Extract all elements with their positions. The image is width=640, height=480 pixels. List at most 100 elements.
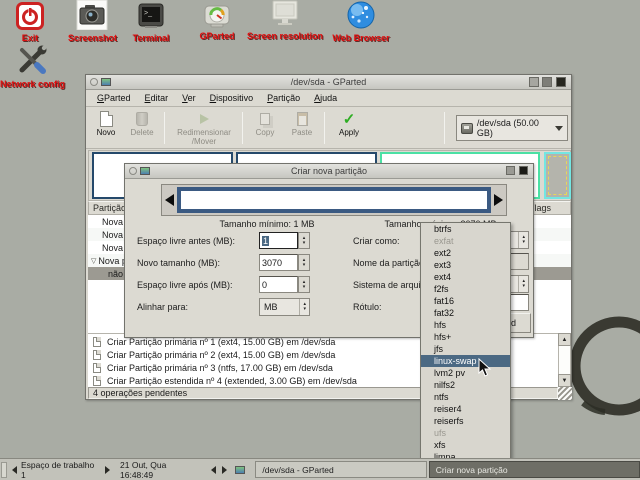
resize-label-line2: /Mover: [191, 137, 217, 146]
menu-editar[interactable]: Editar: [138, 91, 176, 105]
maximize-button[interactable]: [542, 77, 552, 87]
fs-option-linux-swap[interactable]: linux-swap: [421, 355, 510, 367]
align-to-label: Alinhar para:: [137, 302, 189, 312]
free-space-after-value: 0: [262, 279, 268, 290]
fs-option-fat16[interactable]: fat16: [421, 295, 510, 307]
spin-down-icon: ▾: [302, 261, 306, 268]
minimize-button[interactable]: [529, 77, 539, 87]
fs-option-lvm2-pv[interactable]: lvm2 pv: [421, 367, 510, 379]
dialog-titlebar[interactable]: Criar nova partição: [125, 164, 533, 179]
workspace-next-icon[interactable]: [105, 465, 111, 474]
tools-icon: [19, 45, 47, 74]
desktop-icon-screenshot[interactable]: Screenshot: [68, 0, 117, 43]
fs-option-jfs[interactable]: jfs: [421, 343, 510, 355]
new-size-spinner[interactable]: ▴ ▾: [298, 254, 310, 271]
menu-ajuda[interactable]: Ajuda: [307, 91, 344, 105]
device-selector-value: /dev/sda (50.00 GB): [476, 118, 539, 138]
fs-option-f2fs[interactable]: f2fs: [421, 283, 510, 295]
resize-move-button[interactable]: Redimensionar /Mover: [170, 110, 238, 146]
fs-option-hfs[interactable]: hfs: [421, 319, 510, 331]
resize-grip[interactable]: [558, 387, 572, 400]
partition-name-label: Nome da partição:: [353, 258, 427, 268]
fs-option-ext3[interactable]: ext3: [421, 259, 510, 271]
combo-down-icon: ▾: [522, 283, 525, 289]
gparted-titlebar[interactable]: /dev/sda - GParted: [86, 75, 571, 90]
free-space-before-spinner[interactable]: ▴ ▾: [298, 232, 310, 249]
toolbar-separator: [164, 112, 165, 144]
resize-right-handle-icon[interactable]: [494, 194, 503, 206]
menu-dispositivo[interactable]: Dispositivo: [203, 91, 261, 105]
close-button[interactable]: [556, 77, 566, 87]
close-button[interactable]: [519, 166, 528, 175]
menu-ver[interactable]: Ver: [175, 91, 203, 105]
fs-option-ext4[interactable]: ext4: [421, 271, 510, 283]
operation-text: Criar Partição primária nº 3 (ntfs, 17.0…: [107, 362, 333, 373]
delete-button[interactable]: Delete: [124, 110, 160, 146]
desktop-icon-screen-resolution[interactable]: Screen resolution: [243, 0, 327, 41]
workspace-label[interactable]: Espaço de trabalho 1: [21, 460, 101, 480]
task-button-gparted[interactable]: /dev/sda - GParted: [255, 461, 427, 478]
expander-icon[interactable]: ▽: [91, 257, 96, 265]
copy-button[interactable]: Copy: [248, 110, 282, 146]
free-space-before-value: 1: [262, 235, 270, 246]
workspace-prev-icon[interactable]: [11, 465, 17, 474]
partition-resize-widget[interactable]: [161, 184, 507, 216]
new-button-label: Novo: [96, 128, 116, 137]
new-button[interactable]: Novo: [90, 110, 122, 146]
menubar: GParted Editar Ver Dispositivo Partição …: [86, 90, 571, 107]
task-button-create-partition[interactable]: Criar nova partição: [428, 461, 640, 478]
copy-button-label: Copy: [255, 128, 275, 137]
fs-option-xfs[interactable]: xfs: [421, 439, 510, 451]
free-space-before-input[interactable]: 1: [259, 232, 298, 249]
new-document-icon: [99, 111, 113, 127]
scroll-down-icon: ▼: [561, 377, 568, 384]
scroll-down-button[interactable]: ▼: [558, 374, 571, 387]
fs-option-btrfs[interactable]: btrfs: [421, 223, 510, 235]
taskbar-handle[interactable]: [1, 461, 7, 478]
fs-option-fat32[interactable]: fat32: [421, 307, 510, 319]
maximize-button[interactable]: [506, 166, 515, 175]
terminal-icon: >_: [138, 3, 164, 28]
label-label: Rótulo:: [353, 302, 382, 312]
apply-button[interactable]: ✓ Apply: [330, 110, 368, 146]
toolbar-separator: [242, 112, 243, 144]
fs-option-nilfs2[interactable]: nilfs2: [421, 379, 510, 391]
toolbar: Novo Delete Redimensionar /Mover Copy Pa…: [86, 107, 571, 149]
desktop-icon-terminal[interactable]: >_ Terminal: [128, 2, 174, 43]
chevron-down-icon: [555, 125, 563, 131]
partition-4-extended-selected[interactable]: [544, 152, 571, 199]
operation-doc-icon: [93, 375, 101, 386]
fs-option-ntfs[interactable]: ntfs: [421, 391, 510, 403]
window-list-icon[interactable]: [235, 465, 246, 474]
fs-option-reiser4[interactable]: reiser4: [421, 403, 510, 415]
free-space-before-label: Espaço livre antes (MB):: [137, 236, 236, 246]
tasklist-next-icon[interactable]: [222, 465, 228, 474]
resize-arrow-icon: [199, 114, 209, 124]
resize-left-handle-icon[interactable]: [165, 194, 174, 206]
desktop-icon-exit[interactable]: Exit: [8, 2, 52, 43]
device-selector[interactable]: /dev/sda (50.00 GB): [456, 115, 568, 141]
desktop-icon-network-config[interactable]: Network config: [0, 44, 65, 89]
combo-arrows-icon: ▴ ▾: [299, 299, 309, 315]
menu-gparted[interactable]: GParted: [90, 91, 138, 105]
fs-option-hfs-plus[interactable]: hfs+: [421, 331, 510, 343]
column-header-label: Partição: [93, 203, 127, 213]
tasklist-prev-icon[interactable]: [211, 465, 217, 474]
desktop-icon-gparted[interactable]: GParted: [192, 4, 242, 41]
new-size-input[interactable]: 3070: [259, 254, 298, 271]
combo-arrows-icon: ▴ ▾: [518, 276, 528, 292]
free-space-after-input[interactable]: 0: [259, 276, 298, 293]
align-to-combo[interactable]: MB ▴ ▾: [259, 298, 310, 316]
drive-icon: [461, 122, 473, 134]
scroll-up-button[interactable]: ▲: [558, 333, 571, 346]
menu-particao[interactable]: Partição: [260, 91, 307, 105]
fs-option-reiserfs[interactable]: reiserfs: [421, 415, 510, 427]
desktop-icon-web-browser[interactable]: Web Browser: [328, 0, 394, 43]
paste-button[interactable]: Paste: [284, 110, 320, 146]
new-partition-area[interactable]: [177, 187, 491, 213]
fs-option-ext2[interactable]: ext2: [421, 247, 510, 259]
toolbar-separator: [324, 112, 325, 144]
free-space-after-spinner[interactable]: ▴ ▾: [298, 276, 310, 293]
camera-icon: [76, 0, 108, 31]
power-icon: [16, 2, 44, 30]
